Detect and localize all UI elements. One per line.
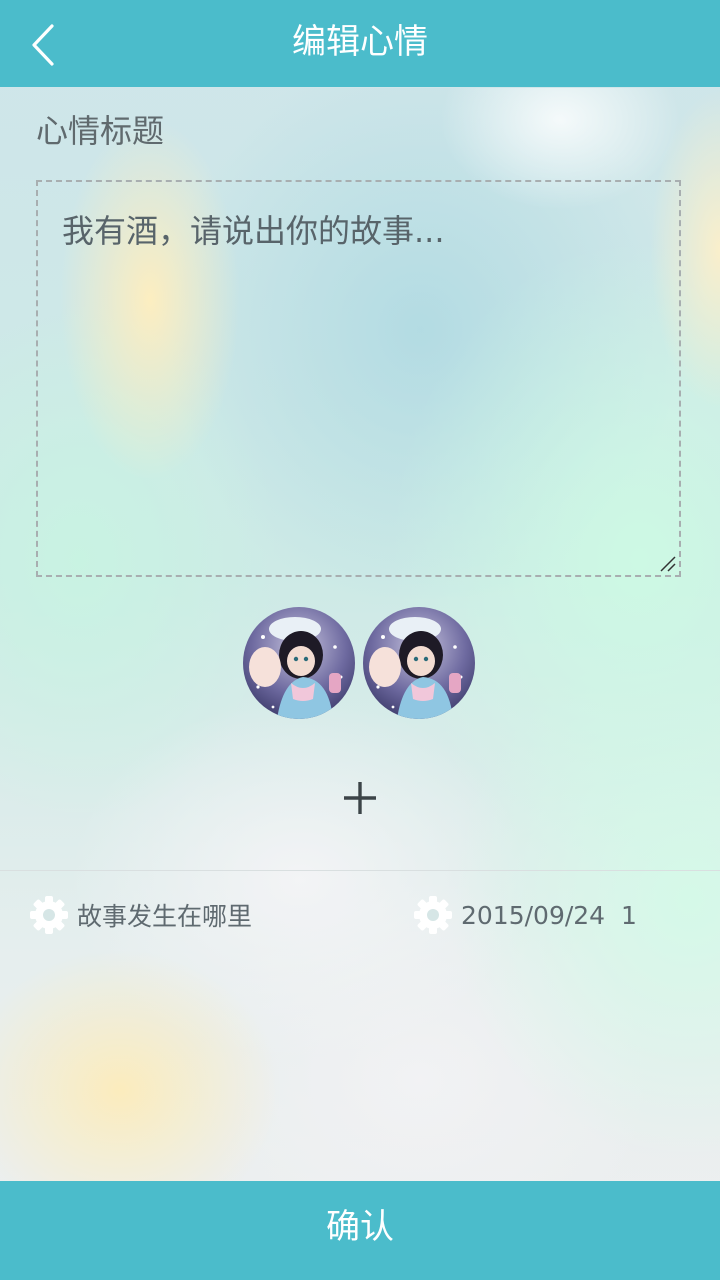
confirm-button[interactable]: 确认 [0,1181,720,1280]
location-text: 故事发生在哪里 [77,902,253,931]
story-input[interactable] [38,182,679,575]
photo-list [243,607,483,722]
datetime-text: 2015/09/24 1 [461,900,637,930]
page-title: 编辑心情 [292,22,428,62]
resize-handle-icon[interactable] [657,553,677,573]
story-input-box [36,180,681,577]
location-picker[interactable]: 故事发生在哪里 [29,892,252,938]
datetime-picker[interactable]: 2015/09/24 1 [413,892,637,938]
mood-title-label: 心情标题 [36,112,165,150]
anime-avatar-image [363,607,475,719]
plus-icon [344,782,376,814]
gear-icon [414,896,452,934]
photo-thumbnail[interactable] [363,607,475,719]
header-bar: 编辑心情 [0,0,720,88]
divider [0,870,720,871]
gear-icon [30,896,68,934]
edit-mood-page: 编辑心情 心情标题 我有酒，请说出你的故事... 故事发生在哪里 2015/09… [0,0,720,1280]
anime-avatar-image [243,607,355,719]
add-photo-button[interactable] [332,770,388,826]
photo-thumbnail[interactable] [243,607,355,719]
